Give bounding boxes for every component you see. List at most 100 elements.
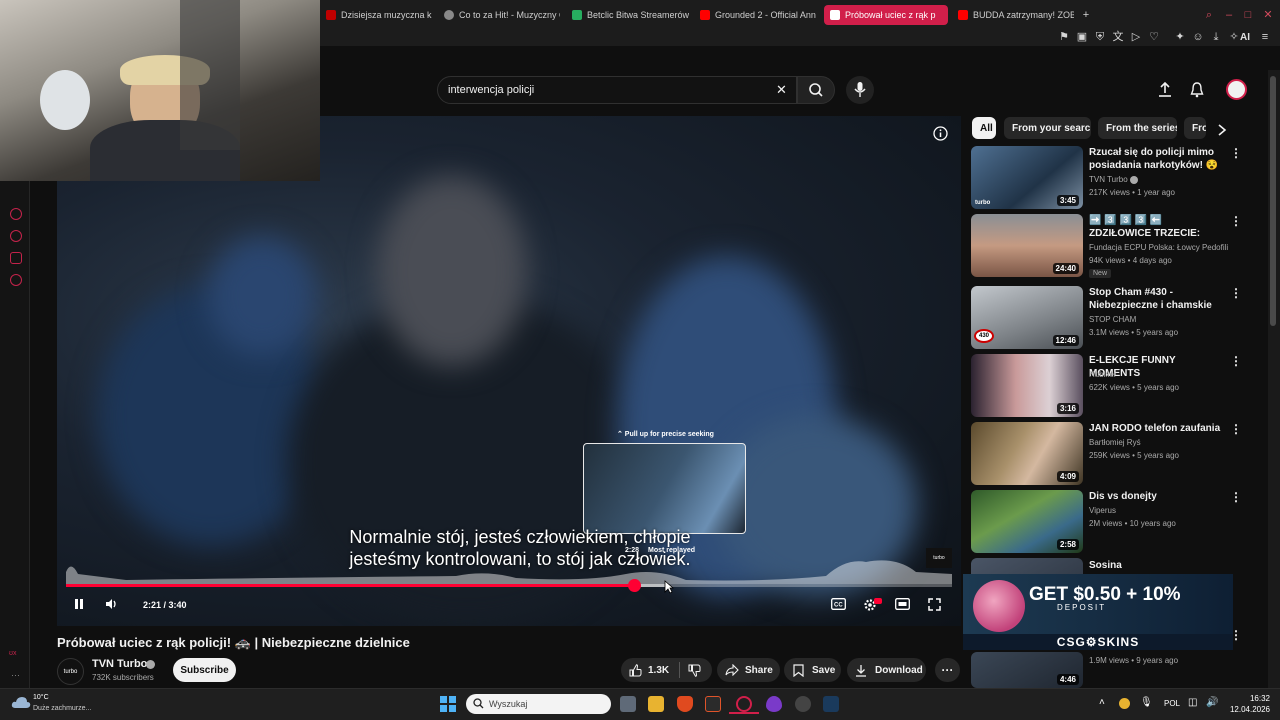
chip-more[interactable]: Fro — [1184, 117, 1206, 139]
recommendation-title[interactable]: Stop Cham #430 - Niebezpieczne i chamski… — [1089, 286, 1221, 312]
browser-tab[interactable]: Betclic Bitwa Streamerów — [566, 5, 690, 25]
ad-banner[interactable]: GET $0.50 + 10% DEPOSIT CSG⚙SKINS — [963, 574, 1233, 650]
pause-button[interactable] — [71, 598, 87, 614]
chip-from-search[interactable]: From your search — [1004, 117, 1091, 139]
clock-date[interactable]: 12.04.2026 — [1224, 705, 1270, 714]
tray-app-icon[interactable] — [1119, 698, 1130, 709]
more-actions-button[interactable]: ··· — [935, 658, 960, 682]
recommendation-thumbnail[interactable]: 4:46 — [971, 652, 1083, 688]
recommendation-thumbnail[interactable]: 2:58 — [971, 490, 1083, 553]
send-icon[interactable]: ▷ — [1129, 30, 1143, 44]
brave-browser-icon[interactable] — [677, 696, 693, 712]
profile-icon[interactable]: ☺ — [1191, 30, 1205, 44]
speaker-icon[interactable]: 🔊 — [1206, 697, 1218, 708]
recommendation-thumbnail[interactable]: turbo 3:45 — [971, 146, 1083, 209]
channel-name[interactable]: TVN Turbo — [92, 658, 147, 670]
recommendation-menu-icon[interactable]: ⋮ — [1230, 490, 1242, 504]
terminal-app-icon[interactable] — [705, 696, 721, 712]
screenshot-icon[interactable]: ▣ — [1075, 30, 1089, 44]
heart-icon[interactable]: ♡ — [1147, 30, 1161, 44]
microphone-tray-icon[interactable]: 🎙 — [1140, 697, 1153, 708]
file-explorer-icon[interactable] — [648, 696, 664, 712]
browser-tab[interactable]: Co to za Hit! - Muzyczny Q — [438, 5, 560, 25]
recommendation-channel[interactable]: Fundacja ECPU Polska: Łowcy Pedofili — [1089, 243, 1228, 252]
info-icon[interactable] — [933, 126, 948, 141]
history-icon[interactable] — [10, 230, 22, 242]
save-button[interactable]: Save — [784, 658, 841, 682]
more-icon[interactable]: ··· — [11, 670, 20, 680]
weather-desc[interactable]: Duże zachmurze... — [33, 705, 91, 712]
recommendation-title[interactable]: Rzucał się do policji mimo posiadania na… — [1089, 146, 1221, 172]
extra-icon[interactable]: ʊx — [9, 650, 16, 657]
browser-tab[interactable]: BUDDA zatrzymany! ZOBA — [952, 5, 1074, 25]
recommendation-channel[interactable]: TVN Turbo — [1089, 175, 1128, 184]
steam-icon[interactable] — [823, 696, 839, 712]
upload-icon[interactable] — [1158, 82, 1172, 98]
recommendation-menu-icon[interactable]: ⋮ — [1230, 286, 1242, 300]
translate-icon[interactable]: 文 — [1111, 30, 1125, 44]
download-icon[interactable]: ⤓ — [1209, 30, 1223, 44]
weather-cloud-icon[interactable] — [11, 695, 31, 709]
recommendation-menu-icon[interactable]: ⋮ — [1230, 354, 1242, 368]
search-button[interactable] — [797, 76, 835, 104]
recommendation-menu-icon[interactable]: ⋮ — [1230, 146, 1242, 160]
app-icon[interactable] — [766, 696, 782, 712]
browser-tab[interactable]: Grounded 2 - Official Ann — [694, 5, 818, 25]
captions-button[interactable]: CC — [830, 598, 846, 614]
subscribe-button[interactable]: Subscribe — [173, 658, 236, 682]
browser-tab[interactable]: Dzisiejsza muzyczna krzy — [320, 5, 432, 25]
keyboard-language[interactable]: POL — [1164, 699, 1180, 708]
recommendation-title[interactable]: JAN RODO telefon zaufania — [1089, 422, 1221, 435]
chevron-right-icon[interactable] — [1217, 124, 1227, 136]
download-button[interactable]: Download — [847, 658, 926, 682]
pin-icon[interactable]: ⚑ — [1057, 30, 1071, 44]
recommendation-channel[interactable]: Hubixer — [1089, 370, 1117, 379]
record-icon[interactable] — [10, 208, 22, 220]
search-tabs-icon[interactable]: ⌕ — [1202, 8, 1216, 22]
bookmark-icon[interactable] — [10, 252, 22, 264]
ai-label[interactable]: AI — [1240, 32, 1250, 43]
channel-avatar[interactable]: turbo — [57, 658, 84, 685]
taskbar-search[interactable]: Wyszukaj — [466, 694, 611, 714]
fullscreen-button[interactable] — [926, 598, 942, 614]
recommendation-title[interactable]: Dis vs donejty — [1089, 490, 1221, 503]
clear-search-icon[interactable]: ✕ — [776, 82, 787, 98]
settings-icon[interactable] — [10, 274, 22, 286]
new-tab-icon[interactable]: + — [1079, 8, 1093, 22]
dislike-icon[interactable] — [688, 664, 701, 677]
menu-icon[interactable]: ≡ — [1258, 30, 1272, 44]
network-icon[interactable]: ◫ — [1188, 697, 1197, 708]
account-avatar[interactable] — [1226, 79, 1247, 100]
recommendation-thumbnail[interactable]: 430 12:46 — [971, 286, 1083, 349]
recommendation-channel[interactable]: Bartłomiej Ryś — [1089, 438, 1141, 447]
recommendation-thumbnail[interactable]: 3:16 — [971, 354, 1083, 417]
minimize-icon[interactable]: – — [1222, 8, 1236, 22]
recommendation-thumbnail[interactable]: 4:09 — [971, 422, 1083, 485]
clock-time[interactable]: 16:32 — [1230, 694, 1270, 703]
extensions-icon[interactable]: ✦ — [1173, 30, 1187, 44]
windows-start-icon[interactable] — [440, 696, 456, 712]
recommendation-menu-icon[interactable]: ⋮ — [1230, 422, 1242, 436]
ai-icon[interactable]: ✧ — [1227, 30, 1241, 44]
browser-tab-active[interactable]: Próbował uciec z rąk p — [824, 5, 948, 25]
scrollbar-thumb[interactable] — [1270, 76, 1276, 326]
recommendation-channel[interactable]: Viperus — [1089, 506, 1116, 515]
task-view-icon[interactable] — [620, 696, 636, 712]
recommendation-channel[interactable]: STOP CHAM — [1089, 315, 1136, 324]
recommendation-menu-icon[interactable]: ⋮ — [1230, 214, 1242, 228]
chip-all[interactable]: All — [972, 117, 996, 139]
share-button[interactable]: Share — [717, 658, 780, 682]
app-icon[interactable] — [795, 696, 811, 712]
recommendation-title[interactable]: ➡️ 3️⃣ 3️⃣ 3️⃣ ⬅️ ZDZIŁOWICE TRZECIE: Ar… — [1089, 214, 1221, 240]
recommendation-thumbnail[interactable]: 24:40 — [971, 214, 1083, 277]
theater-mode-button[interactable] — [894, 598, 910, 614]
tray-overflow-icon[interactable]: ˄ — [1099, 697, 1105, 708]
voice-search-button[interactable] — [846, 76, 874, 104]
volume-button[interactable] — [104, 598, 120, 614]
opera-gx-icon[interactable] — [736, 696, 752, 712]
chip-from-series[interactable]: From the series — [1098, 117, 1177, 139]
recommendation-title[interactable]: Sosina — [1089, 559, 1221, 572]
search-input[interactable] — [448, 83, 748, 97]
like-count[interactable]: 1.3K — [648, 665, 669, 676]
close-window-icon[interactable]: ✕ — [1261, 8, 1275, 22]
